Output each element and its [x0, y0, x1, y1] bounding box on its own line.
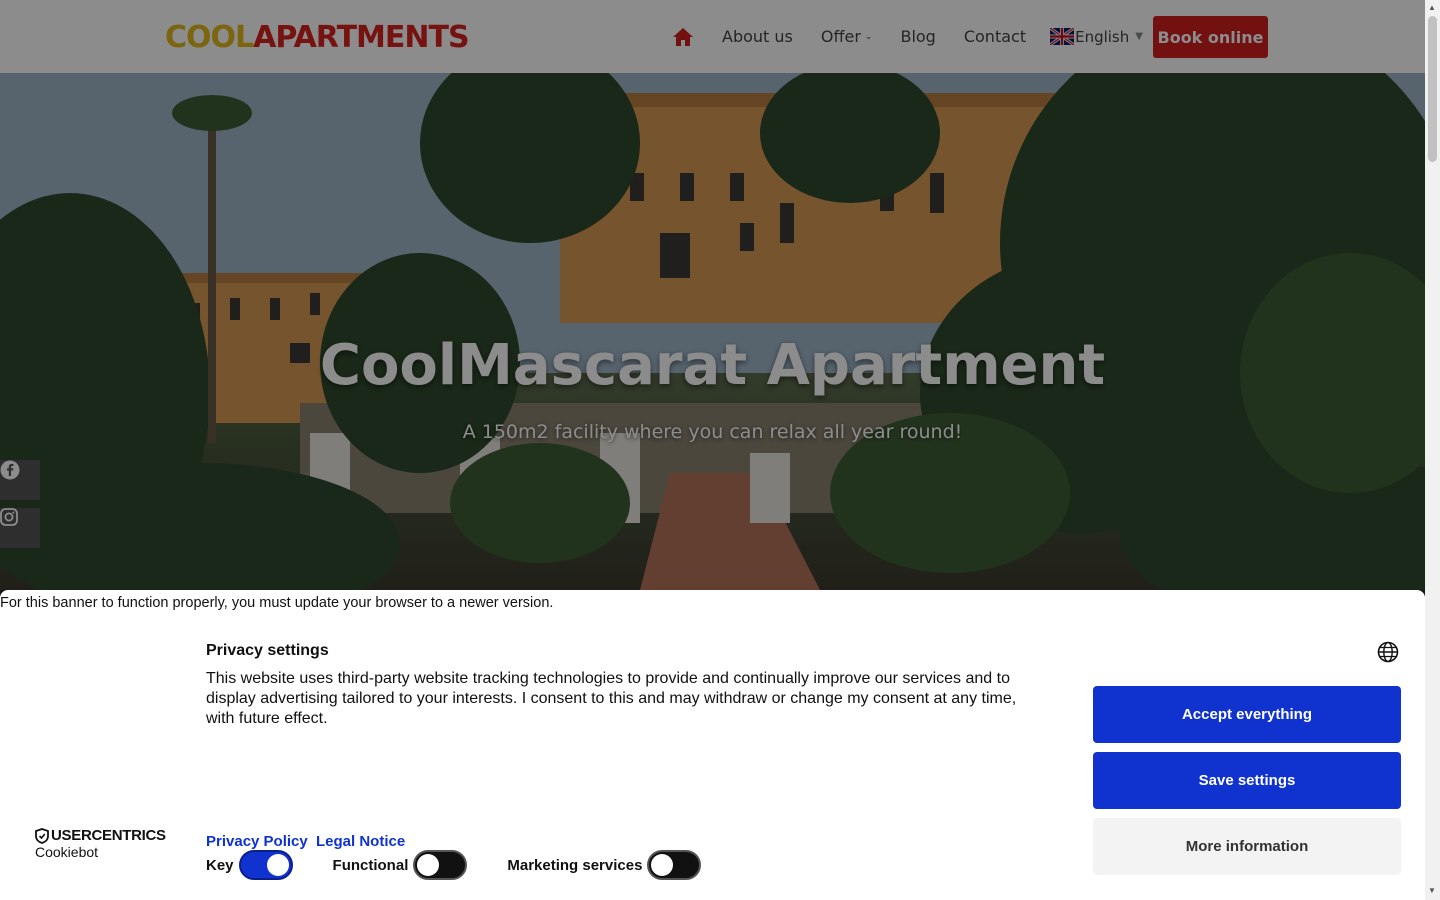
shield-icon	[35, 827, 49, 844]
legal-notice-link[interactable]: Legal Notice	[316, 833, 405, 850]
language-label: English	[1075, 27, 1130, 46]
page-scrollbar[interactable]: ▲ ▼	[1425, 0, 1440, 900]
uk-flag-icon	[1050, 28, 1075, 45]
scroll-down-arrow-icon[interactable]: ▼	[1428, 886, 1436, 895]
toggle-knob	[266, 854, 289, 876]
nav-offer-label: Offer	[820, 27, 861, 46]
more-information-button[interactable]: More information	[1093, 818, 1401, 875]
caret-down-icon: ▼	[1135, 31, 1143, 42]
hero-subtitle: A 150m2 facility where you can relax all…	[462, 421, 963, 443]
toggle-label-functional: Functional	[332, 856, 409, 874]
usercentrics-brand-text: USERCENTRICS	[51, 827, 166, 844]
browser-update-note: For this banner to function properly, yo…	[0, 595, 554, 611]
marketing-toggle[interactable]	[647, 850, 702, 880]
logo-text-cool: COOL	[165, 20, 254, 55]
hero-photo	[0, 73, 1425, 590]
toggle-knob	[417, 854, 440, 876]
nav-about[interactable]: About us	[722, 27, 793, 46]
instagram-icon	[0, 508, 18, 526]
privacy-description: This website uses third-party website tr…	[206, 670, 1017, 727]
cookiebot-label: Cookiebot	[35, 844, 99, 860]
toggle-label-key: Key	[206, 856, 234, 874]
main-nav: About us Offer ⌄ Blog Contact English ▼	[672, 0, 1143, 73]
hero-banner: CoolMascarat Apartment A 150m2 facility …	[0, 73, 1425, 590]
cookie-banner: For this banner to function properly, yo…	[0, 590, 1425, 900]
nav-offer[interactable]: Offer ⌄	[821, 27, 873, 46]
toggle-knob	[651, 854, 674, 876]
logo-text-apartments: APARTMENTS	[253, 20, 469, 55]
nav-contact[interactable]: Contact	[964, 27, 1026, 46]
book-online-button[interactable]: Book online	[1153, 16, 1268, 58]
scrollbar-thumb[interactable]	[1428, 16, 1437, 162]
site-logo[interactable]: COOLAPARTMENTS	[165, 18, 470, 58]
site-header: COOLAPARTMENTS About us Offer ⌄ Blog Cont…	[0, 0, 1425, 73]
consent-toggles: Key Functional Marketing services	[206, 850, 702, 880]
functional-toggle[interactable]	[413, 850, 468, 880]
scroll-up-arrow-icon[interactable]: ▲	[1428, 3, 1436, 12]
facebook-button[interactable]	[0, 460, 40, 500]
chevron-down-icon: ⌄	[864, 31, 873, 42]
key-toggle[interactable]	[238, 850, 293, 880]
privacy-policy-link[interactable]: Privacy Policy	[206, 833, 308, 850]
instagram-button[interactable]	[0, 508, 40, 548]
save-settings-button[interactable]: Save settings	[1093, 752, 1401, 809]
hero-title: CoolMascarat Apartment	[319, 333, 1106, 398]
usercentrics-logo: USERCENTRICS Cookiebot	[35, 827, 166, 860]
toggle-label-marketing: Marketing services	[507, 856, 643, 874]
globe-icon[interactable]	[1377, 641, 1399, 663]
accept-all-button[interactable]: Accept everything	[1093, 686, 1401, 743]
language-selector[interactable]: English ▼	[1050, 28, 1143, 46]
privacy-settings-title: Privacy settings	[206, 642, 329, 659]
usercentrics-brand: USERCENTRICS	[35, 827, 166, 844]
facebook-icon	[0, 460, 20, 480]
nav-blog[interactable]: Blog	[900, 27, 935, 46]
home-icon[interactable]	[672, 27, 694, 47]
